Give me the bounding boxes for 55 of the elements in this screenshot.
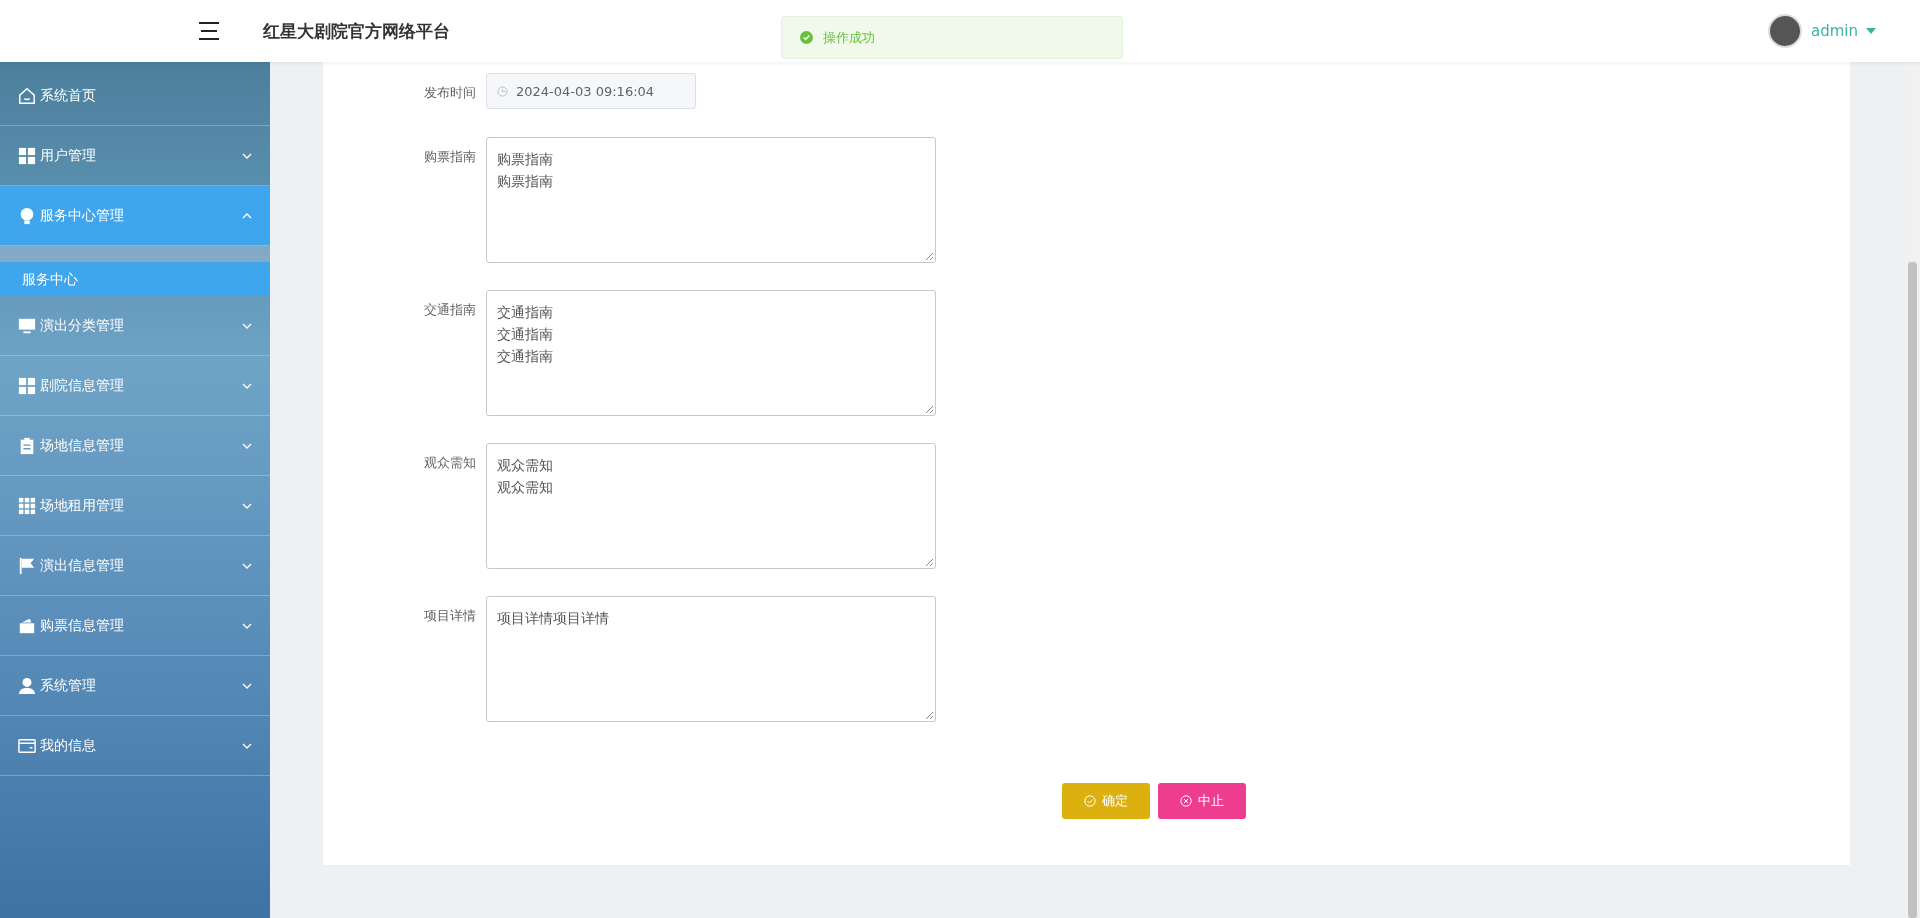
menu-item[interactable]: 购票信息管理 [0,596,270,656]
field-label: 项目详情 [423,607,477,625]
close-circle-icon [1180,795,1192,807]
username-link[interactable]: admin [1811,22,1858,40]
text-area[interactable]: 观众需知 观众需知 [486,443,936,569]
flag-icon [18,556,36,575]
site-title: 红星大剧院官方网络平台 [263,19,450,43]
wallet-icon [18,616,36,635]
grid-icon [18,376,36,395]
text-line: 购票指南 [497,173,553,189]
text-line: 观众需知 [497,457,553,473]
check-circle-icon [800,31,813,44]
text-line: 交通指南 [497,348,553,364]
clock-icon [497,85,508,97]
menu-item[interactable]: 剧院信息管理 [0,356,270,416]
confirm-button[interactable]: 确定 [1062,783,1150,819]
avatar[interactable] [1768,14,1802,48]
table-icon [18,496,36,515]
menu-item[interactable]: 演出分类管理 [0,296,270,356]
caret-icon[interactable] [1866,28,1876,34]
field-label: 交通指南 [423,301,477,319]
resize-grip-icon[interactable] [925,558,933,566]
monitor-icon [18,316,36,335]
card-icon [18,736,36,755]
menu-item[interactable]: 系统首页 [0,66,270,126]
text-line: 项目详情项目详情 [497,610,609,626]
submenu-item[interactable]: 服务中心 [0,262,270,296]
check-circle-icon [1084,795,1096,807]
text-area[interactable]: 交通指南 交通指南 交通指南 [486,290,936,416]
field-label: 发布时间 [423,84,477,102]
text-line: 交通指南 [497,326,553,342]
text-area[interactable]: 购票指南 购票指南 [486,137,936,263]
menu-icon[interactable] [198,22,220,40]
clipboard-icon [18,436,36,455]
menu-item[interactable]: 场地信息管理 [0,416,270,476]
field-label: 购票指南 [423,148,477,166]
menu-item[interactable]: 服务中心管理 [0,186,270,246]
resize-grip-icon[interactable] [925,711,933,719]
menu-item[interactable]: 场地租用管理 [0,476,270,536]
resize-grip-icon[interactable] [925,405,933,413]
grid-icon [18,146,36,165]
field-label: 观众需知 [423,454,477,472]
toast-message: 操作成功 [823,28,875,47]
user-icon [18,676,36,695]
menu-item[interactable]: 我的信息 [0,716,270,776]
lightbulb-icon [18,206,36,225]
cancel-button[interactable]: 中止 [1158,783,1246,819]
text-line: 观众需知 [497,479,553,495]
resize-grip-icon[interactable] [925,252,933,260]
menu-item[interactable]: 演出信息管理 [0,536,270,596]
text-line: 交通指南 [497,304,553,320]
menu-item[interactable]: 系统管理 [0,656,270,716]
text-area[interactable]: 项目详情项目详情 [486,596,936,722]
text-line: 购票指南 [497,151,553,167]
home-icon [18,86,36,105]
